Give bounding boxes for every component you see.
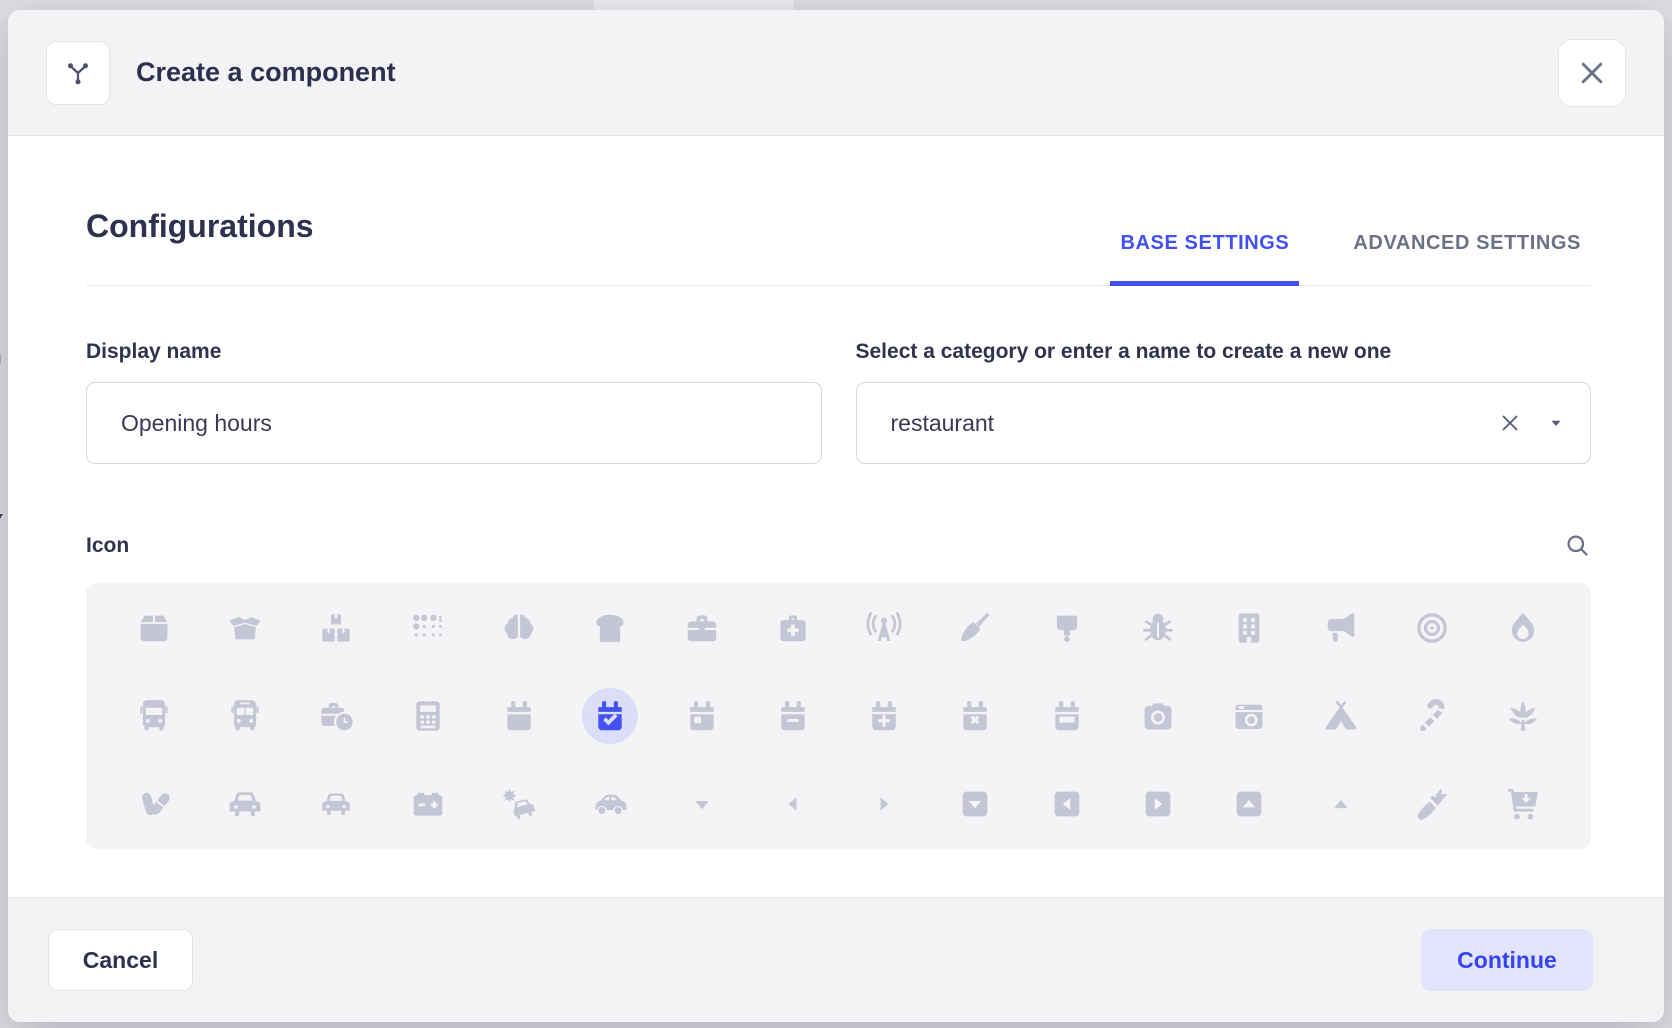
icon-calendar-minus[interactable] <box>747 672 838 760</box>
clear-icon[interactable] <box>1498 411 1522 435</box>
icon-calendar-week[interactable] <box>1021 672 1112 760</box>
icon-calendar[interactable] <box>473 672 564 760</box>
icon-car-battery[interactable] <box>382 760 473 848</box>
background-letter: n <box>0 340 2 371</box>
icon-brain[interactable] <box>473 584 564 672</box>
icon-caret-up[interactable] <box>1295 760 1386 848</box>
modal-header: Create a component <box>8 10 1664 136</box>
icon-calendar-check-selected[interactable] <box>565 672 656 760</box>
category-input[interactable] <box>857 383 1499 463</box>
icon-caret-square-up[interactable] <box>1204 760 1295 848</box>
continue-button[interactable]: Continue <box>1421 929 1593 991</box>
icon-caret-down[interactable] <box>656 760 747 848</box>
icon-bread-slice[interactable] <box>565 584 656 672</box>
component-icon <box>46 41 110 105</box>
tab-base-settings[interactable]: BASE SETTINGS <box>1110 232 1299 286</box>
display-name-group: Display name <box>86 340 822 464</box>
background-letter: Y <box>0 508 3 539</box>
category-group: Select a category or enter a name to cre… <box>856 340 1592 464</box>
icon-calculator[interactable] <box>382 672 473 760</box>
icon-braille[interactable] <box>382 584 473 672</box>
icon-bug[interactable] <box>1112 584 1203 672</box>
icon-cannabis[interactable] <box>1478 672 1569 760</box>
icon-campground[interactable] <box>1295 672 1386 760</box>
chevron-down-icon[interactable] <box>1548 415 1564 431</box>
category-controls <box>1498 411 1590 435</box>
icon-capsules[interactable] <box>108 760 199 848</box>
icon-candy-cane[interactable] <box>1386 672 1477 760</box>
modal-body: Configurations BASE SETTINGS ADVANCED SE… <box>8 136 1664 897</box>
display-name-fieldbox <box>86 382 822 464</box>
icon-cart-arrow-down[interactable] <box>1478 760 1569 848</box>
icon-carrot[interactable] <box>1386 760 1477 848</box>
icon-picker-header: Icon <box>86 532 1591 559</box>
tab-advanced-settings[interactable]: ADVANCED SETTINGS <box>1343 232 1591 286</box>
close-icon[interactable] <box>1558 39 1626 107</box>
icon-bus[interactable] <box>108 672 199 760</box>
icon-calendar-times[interactable] <box>930 672 1021 760</box>
icon-building[interactable] <box>1204 584 1295 672</box>
icon-boxes[interactable] <box>291 584 382 672</box>
icon-label: Icon <box>86 534 129 558</box>
icon-car[interactable] <box>199 760 290 848</box>
category-label: Select a category or enter a name to cre… <box>856 340 1592 364</box>
section-title: Configurations <box>86 208 314 285</box>
icon-briefcase-medical[interactable] <box>747 584 838 672</box>
icon-grid <box>86 583 1591 849</box>
background-page-glimpse: enrYt3 <box>0 0 8 1028</box>
icon-bus-alt[interactable] <box>199 672 290 760</box>
icon-business-time[interactable] <box>291 672 382 760</box>
icon-burn[interactable] <box>1478 584 1569 672</box>
configurations-section-header: Configurations BASE SETTINGS ADVANCED SE… <box>86 208 1591 286</box>
icon-car-alt[interactable] <box>291 760 382 848</box>
icon-calendar-plus[interactable] <box>839 672 930 760</box>
modal-title: Create a component <box>136 57 396 88</box>
icon-caret-left[interactable] <box>747 760 838 848</box>
icon-broom[interactable] <box>930 584 1021 672</box>
icon-box-open[interactable] <box>199 584 290 672</box>
display-name-label: Display name <box>86 340 822 364</box>
icon-bullseye[interactable] <box>1386 584 1477 672</box>
display-name-input[interactable] <box>87 383 821 463</box>
icon-caret-right[interactable] <box>839 760 930 848</box>
background-page-tab <box>594 0 794 10</box>
icon-caret-square-right[interactable] <box>1112 760 1203 848</box>
icon-calendar-day[interactable] <box>656 672 747 760</box>
icon-brush[interactable] <box>1021 584 1112 672</box>
icon-caret-square-down[interactable] <box>930 760 1021 848</box>
icon-caret-square-left[interactable] <box>1021 760 1112 848</box>
icon-camera[interactable] <box>1112 672 1203 760</box>
icon-car-side[interactable] <box>565 760 656 848</box>
icon-broadcast-tower[interactable] <box>839 584 930 672</box>
cancel-button[interactable]: Cancel <box>48 929 193 991</box>
icon-car-crash[interactable] <box>473 760 564 848</box>
icon-bullhorn[interactable] <box>1295 584 1386 672</box>
icon-briefcase[interactable] <box>656 584 747 672</box>
icon-camera-retro[interactable] <box>1204 672 1295 760</box>
category-fieldbox <box>856 382 1592 464</box>
icon-box[interactable] <box>108 584 199 672</box>
form-fields: Display name Select a category or enter … <box>86 340 1591 464</box>
settings-tabs: BASE SETTINGS ADVANCED SETTINGS <box>1110 232 1591 285</box>
modal-footer: Cancel Continue <box>8 897 1664 1022</box>
search-icon[interactable] <box>1564 532 1591 559</box>
create-component-modal: Create a component Configurations BASE S… <box>8 10 1664 1022</box>
